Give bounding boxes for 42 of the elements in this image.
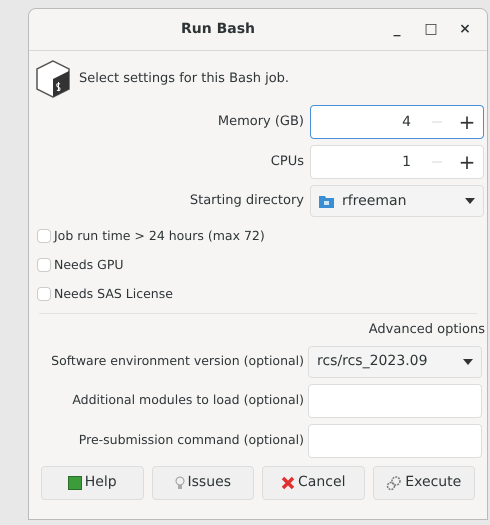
- folder-icon: [319, 194, 334, 208]
- spinner-value: 1: [401, 152, 412, 172]
- cancel-icon: [281, 476, 296, 490]
- field-label: Additional modules to load (optional): [71, 391, 304, 410]
- dialog-button[interactable]: Issues: [152, 466, 254, 500]
- field-label: Software environment version (optional): [50, 352, 304, 370]
- directory-dropdown[interactable]: rfreeman: [310, 185, 484, 217]
- header-text: Select settings for this Bash job.: [79, 70, 290, 88]
- minimize-button[interactable]: _: [387, 19, 407, 40]
- dropdown-caret-icon: [465, 198, 475, 204]
- version-dropdown[interactable]: rcs/rcs_2023.09: [308, 346, 482, 378]
- dropdown-value: rcs/rcs_2023.09: [317, 352, 428, 372]
- checkbox[interactable]: [37, 286, 51, 301]
- field-label: Starting directory: [188, 192, 304, 210]
- increment-button[interactable]: +: [451, 152, 483, 172]
- section-title: Advanced options: [368, 321, 485, 340]
- number-spinner[interactable]: 1 +: [310, 145, 484, 179]
- field-label: CPUs: [270, 153, 304, 172]
- checkbox-label: Needs SAS License: [54, 284, 173, 302]
- dialog-button[interactable]: Help: [41, 466, 144, 500]
- help-icon: [68, 476, 82, 490]
- checkbox[interactable]: [37, 258, 51, 272]
- field-label: Memory (GB): [216, 113, 304, 132]
- checkbox-label: Job run time > 24 hours (max 72): [54, 227, 265, 245]
- increment-button[interactable]: +: [451, 112, 483, 132]
- dialog-button[interactable]: Cancel: [262, 466, 364, 500]
- checkbox-label: Needs GPU: [54, 256, 124, 274]
- window-title: Run Bash: [180, 20, 256, 39]
- field-label: Pre-submission command (optional): [78, 431, 304, 450]
- dialog-button[interactable]: Execute: [372, 466, 475, 500]
- input-field[interactable]: [308, 384, 482, 418]
- gears-icon: [386, 474, 402, 491]
- directory-value: rfreeman: [342, 192, 408, 210]
- maximize-button[interactable]: □: [421, 19, 441, 40]
- bulb-icon: [174, 476, 184, 490]
- close-button[interactable]: ×: [455, 19, 475, 40]
- checkbox[interactable]: [37, 229, 51, 244]
- number-spinner[interactable]: 4 +: [310, 105, 484, 139]
- terminal-cube-icon: [35, 59, 71, 99]
- input-field[interactable]: [308, 424, 482, 458]
- spinner-value: 4: [401, 112, 412, 132]
- dropdown-caret-icon: [463, 358, 473, 365]
